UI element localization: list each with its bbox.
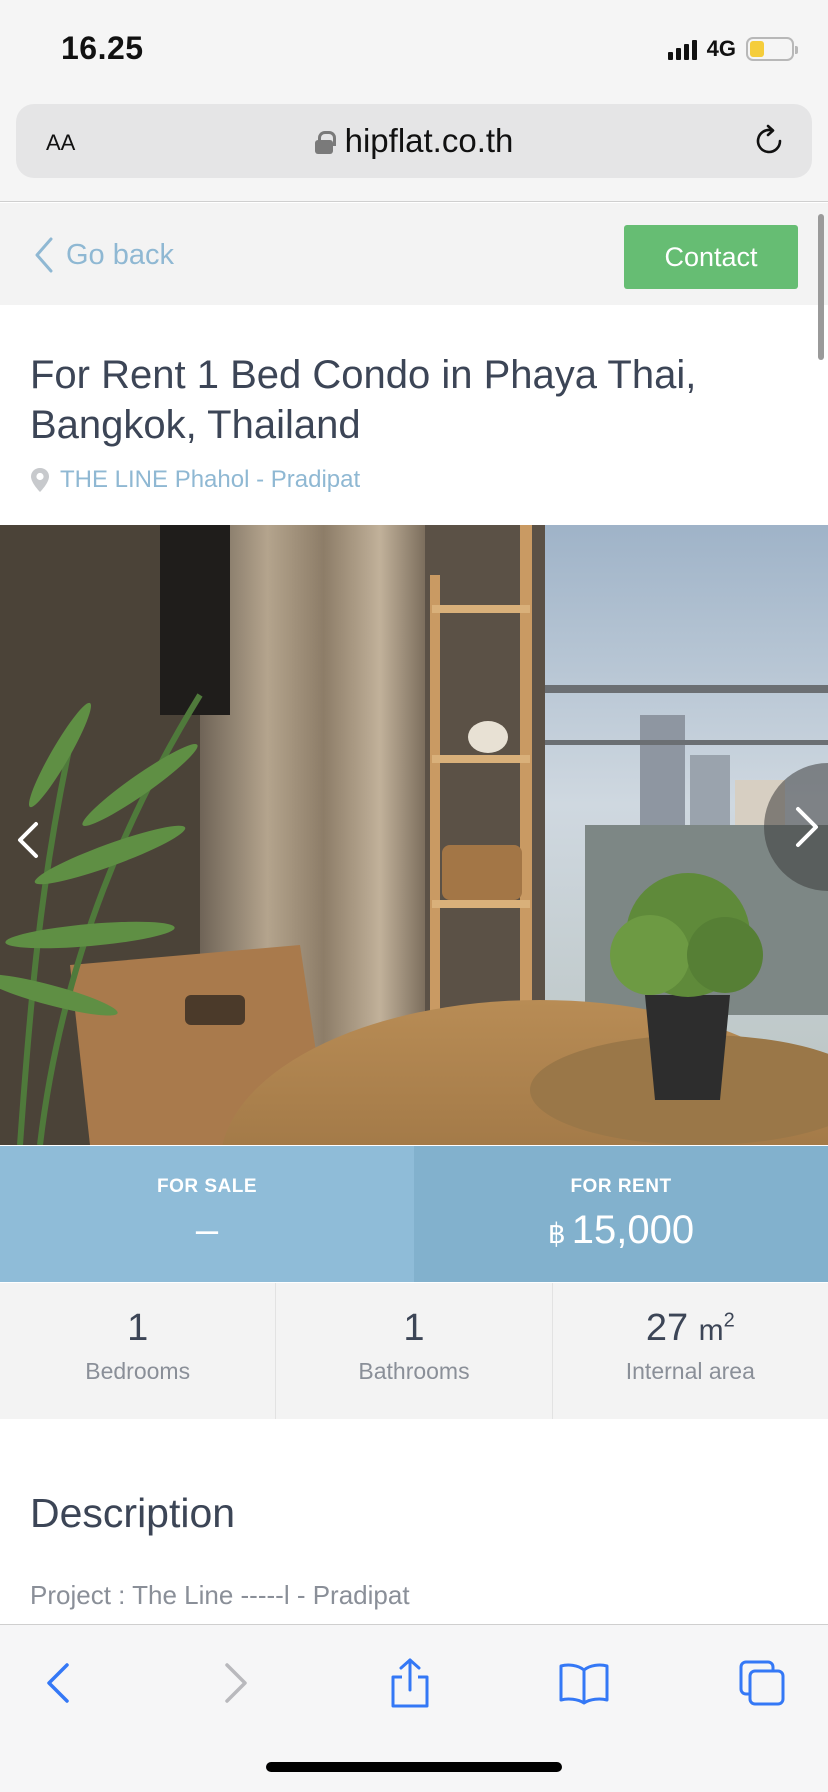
signal-icon (667, 38, 697, 60)
reload-icon[interactable] (752, 124, 786, 158)
area-unit: m (698, 1314, 724, 1347)
sale-label: FOR SALE (156, 1176, 258, 1197)
description-heading: Description (30, 1490, 236, 1536)
go-back-label: Go back (66, 238, 174, 271)
contact-button[interactable]: Contact (624, 225, 798, 289)
status-time: 16.25 (61, 30, 144, 66)
bedrooms-value: 1 (127, 1307, 149, 1349)
url-display[interactable]: hipflat.co.th (16, 122, 812, 160)
tabs-icon (739, 1660, 785, 1706)
status-indicators: 4G (667, 36, 798, 62)
status-bar: 16.25 4G (0, 0, 828, 96)
bookmarks-button[interactable] (554, 1653, 614, 1713)
url-bar[interactable]: AA hipflat.co.th (16, 104, 812, 178)
bathrooms-value: 1 (403, 1307, 425, 1349)
battery-level (750, 41, 764, 57)
page-header: Go back Contact (0, 203, 828, 305)
chevron-left-icon (18, 822, 38, 858)
rent-value-line: ฿ 15,000 (414, 1208, 828, 1253)
sale-value: – (195, 1208, 219, 1252)
bedrooms-label: Bedrooms (85, 1358, 191, 1384)
project-link[interactable]: THE LINE Phahol - Pradipat (30, 466, 360, 494)
stat-bedrooms: 1 Bedrooms (0, 1283, 277, 1419)
condo-interior-photo (0, 525, 828, 1145)
area-value-line: 27 m2 (553, 1307, 828, 1350)
browser-url-area: AA hipflat.co.th (0, 96, 828, 202)
currency-symbol: ฿ (547, 1218, 566, 1249)
url-text: hipflat.co.th (344, 122, 514, 159)
page-scrollbar[interactable] (818, 214, 824, 360)
property-stats: 1 Bedrooms 1 Bathrooms 27 m2 Internal ar… (0, 1283, 828, 1419)
home-indicator (266, 1762, 562, 1772)
location-pin-icon (31, 468, 49, 492)
chevron-right-icon (225, 1663, 247, 1703)
rent-price-panel: FOR RENT ฿ 15,000 (414, 1146, 828, 1282)
tabs-button[interactable] (732, 1653, 792, 1713)
sale-price-panel: FOR SALE – (0, 1146, 414, 1282)
stat-bathrooms: 1 Bathrooms (276, 1283, 553, 1419)
stat-area: 27 m2 Internal area (553, 1283, 828, 1419)
area-unit-exponent: 2 (723, 1309, 735, 1332)
listing-title: For Rent 1 Bed Condo in Phaya Thai, Bang… (30, 353, 697, 447)
share-button[interactable] (380, 1653, 440, 1713)
description-text: Project : The Line -----l - Pradipat (30, 1580, 410, 1610)
browser-back-button[interactable] (28, 1653, 88, 1713)
price-band: FOR SALE – FOR RENT ฿ 15,000 (0, 1146, 828, 1282)
go-back-link[interactable]: Go back (34, 237, 174, 273)
rent-value: 15,000 (571, 1208, 695, 1252)
book-icon (559, 1663, 609, 1705)
share-icon (391, 1658, 429, 1708)
listing-photo[interactable] (0, 525, 828, 1145)
photo-prev-button[interactable] (6, 810, 52, 870)
chevron-left-icon (47, 1663, 69, 1703)
bathrooms-label: Bathrooms (358, 1358, 470, 1384)
lock-icon (314, 131, 336, 154)
battery-icon (746, 37, 798, 61)
area-label: Internal area (625, 1358, 755, 1384)
chevron-left-icon (35, 237, 53, 273)
project-name: THE LINE Phahol - Pradipat (60, 466, 361, 493)
area-value: 27 (645, 1307, 689, 1349)
chevron-right-icon (796, 807, 818, 847)
rent-label: FOR RENT (570, 1176, 672, 1197)
browser-forward-button[interactable] (206, 1653, 266, 1713)
network-type: 4G (706, 36, 736, 61)
